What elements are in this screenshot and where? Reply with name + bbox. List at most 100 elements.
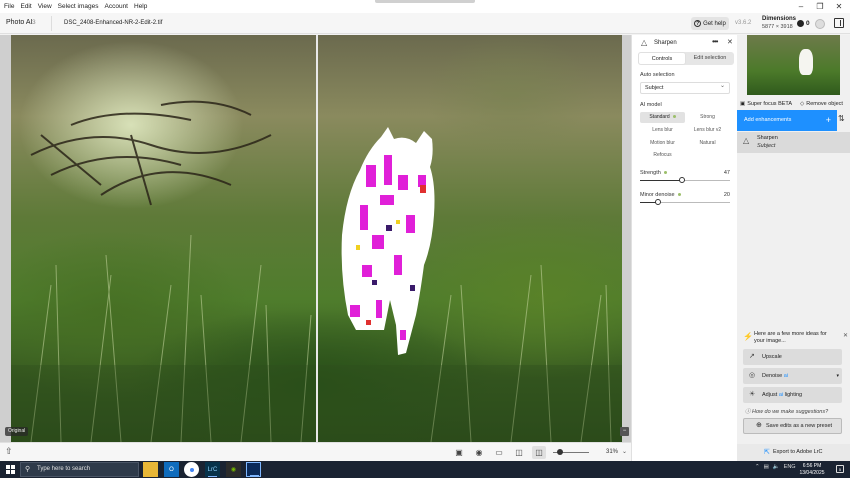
split-view-icon[interactable]: ◫ [532,446,546,459]
chevron-down-icon[interactable]: ▾ [836,368,839,384]
taskbar-search[interactable]: ⚲ Type here to search [20,462,139,477]
dimensions-title: Dimensions [762,16,797,22]
enhancement-subtitle: Subject [757,142,776,149]
export-icon: ⇱ [764,449,770,456]
menu-select-images[interactable]: Select images [55,3,102,10]
compare-split-handle[interactable] [316,35,318,442]
crop-icon[interactable]: ▣ [454,447,464,457]
controls-header: △ Sharpen ••• ✕ [632,35,738,51]
network-icon[interactable]: ▤ [764,464,769,470]
model-standard[interactable]: Standard [640,112,685,123]
suggestion-upscale[interactable]: ↗ Upscale [743,349,842,365]
close-icon[interactable]: ✕ [727,38,733,46]
app-header: Photo AI 3 DSC_2408-Enhanced-NR-2-Edit-2… [0,13,850,34]
outlook-icon[interactable]: O [164,462,179,477]
model-lens-blur-v2[interactable]: Lens blur v2 [685,125,730,136]
lightroom-classic-icon[interactable]: LrC [205,462,220,477]
expand-corner-icon[interactable]: − [620,427,629,436]
sharpen-icon: △ [743,136,750,145]
ideas-text: Here are a few more ideas for your image… [754,331,827,344]
model-refocus[interactable]: Refocus [640,150,685,161]
menu-file[interactable]: File [0,3,17,10]
plus-circle-icon: ⊕ [756,422,762,429]
model-lens-blur[interactable]: Lens blur [640,125,685,136]
status-dot-icon [672,115,676,119]
tab-edit-selection[interactable]: Edit selection [686,52,734,65]
chrome-icon[interactable] [184,462,199,477]
suggestion-adjust-lighting[interactable]: ☀ Adjust ai lighting [743,387,842,403]
chevron-up-icon[interactable]: ⌃ [755,464,760,470]
add-enhancements-label: Add enhancements [744,117,792,123]
notification-icon[interactable]: 5 [836,465,844,473]
minor-denoise-knob[interactable] [655,199,661,205]
preview-eye-icon[interactable]: ◉ [474,447,484,457]
side-by-side-icon[interactable]: ◫ [514,447,524,457]
nvidia-icon[interactable]: ◉ [226,462,241,477]
remove-object-button[interactable]: ◇ Remove object [800,98,843,109]
minimize-icon[interactable]: – [791,1,811,12]
volume-icon[interactable]: 🔈 [773,464,780,470]
menu-help[interactable]: Help [131,3,150,10]
lighting-label: lighting [783,392,803,398]
zoom-level[interactable]: 31% [606,449,618,455]
minor-denoise-label: Minor denoise [640,192,681,198]
file-name: DSC_2408-Enhanced-NR-2-Edit-2.tif [64,19,163,26]
minor-denoise-slider[interactable]: Minor denoise 20 [640,192,730,208]
add-enhancements-button[interactable]: Add enhancements + [737,110,837,131]
export-label: Export to Adobe LrC [773,449,823,455]
model-strong[interactable]: Strong [685,112,730,123]
more-options-icon[interactable]: ••• [712,37,718,46]
model-motion-blur[interactable]: Motion blur [640,138,685,149]
upload-icon[interactable]: ⇧ [5,446,13,457]
save-preset-button[interactable]: ⊕ Save edits as a new preset [743,418,842,434]
model-natural[interactable]: Natural [685,138,730,149]
quick-tools: ▣ Super focus BETA ◇ Remove object [737,98,850,109]
export-button[interactable]: ⇱ Export to Adobe LrC [737,444,850,461]
how-suggestions-label: How do we make suggestions? [752,409,829,415]
taskbar-clock[interactable]: 6:56 PM 13/04/2025 [797,463,827,476]
canvas-toolbar: ⇧ ▣ ◉ ▭ ◫ ◫ 31% ⌄ [0,442,631,461]
title-drag-handle[interactable] [375,0,475,3]
version-label: v3.6.2 [735,20,752,26]
windows-start-icon[interactable] [6,465,15,474]
menu-account[interactable]: Account [102,3,132,10]
language-indicator[interactable]: ENG [784,464,796,470]
account-tokens[interactable]: 0 [797,17,827,30]
get-help-button[interactable]: ? Get help [691,17,729,30]
image-thumbnail[interactable] [747,35,840,95]
denoise-label: Denoise [762,373,784,379]
single-view-icon[interactable]: ▭ [494,447,504,457]
remove-object-label: Remove object [806,100,843,107]
strength-slider[interactable]: Strength 47 [640,170,730,186]
help-icon: ? [694,20,702,27]
reorder-icon[interactable]: ⇅ [838,114,845,123]
avatar[interactable] [814,18,825,29]
close-icon[interactable]: ✕ [843,332,848,339]
photo-ai-icon[interactable] [246,462,261,477]
auto-selection-dropdown[interactable]: Subject [640,81,730,94]
super-focus-button[interactable]: ▣ Super focus BETA [740,98,792,109]
subject-mask-overlay [341,127,435,355]
strength-label: Strength [640,170,667,176]
suggestion-denoise[interactable]: ◎ Denoise ai ▾ [743,368,842,384]
file-explorer-icon[interactable] [143,462,158,477]
enhancement-item-sharpen[interactable]: △ Sharpen Subject [737,132,850,153]
how-suggestions-link[interactable]: ⓘ How do we make suggestions? [745,407,828,415]
taskbar-search-placeholder: Type here to search [37,466,91,472]
menu-edit[interactable]: Edit [17,3,34,10]
chevron-down-icon[interactable]: ⌄ [622,448,627,455]
panel-toggle-icon[interactable] [834,18,844,28]
zoom-slider-knob[interactable] [557,449,563,455]
menu-view[interactable]: View [35,3,55,10]
tab-controls[interactable]: Controls [638,52,686,65]
close-window-icon[interactable]: ✕ [829,1,849,12]
strength-value[interactable]: 47 [724,170,730,176]
focus-icon: ▣ [740,100,746,107]
app-major-version: 3 [32,19,36,26]
ai-badge: ai [783,373,788,379]
maximize-icon[interactable]: ❐ [810,1,830,12]
strength-knob[interactable] [679,177,686,183]
info-icon: ⓘ [745,409,753,415]
auto-selection-label: Auto selection [640,72,675,78]
minor-denoise-value[interactable]: 20 [724,192,730,198]
